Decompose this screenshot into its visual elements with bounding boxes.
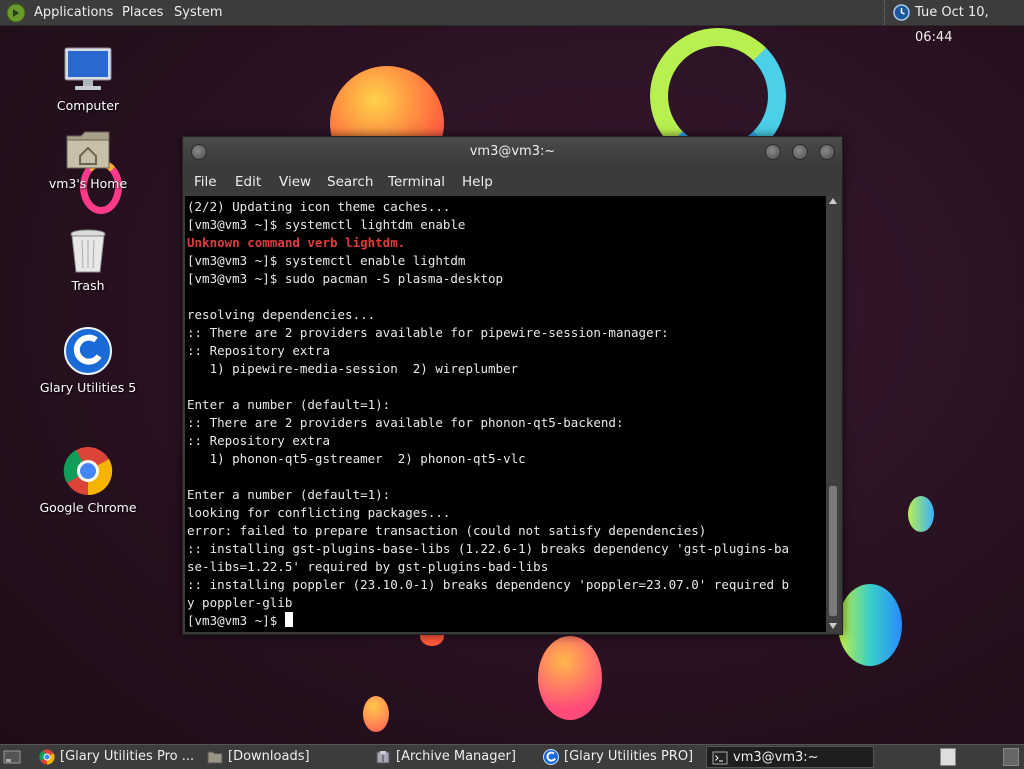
menu-view[interactable]: View [279,174,311,190]
terminal-prompt: [vm3@vm3 ~]$ [187,613,285,628]
trash-icon [70,229,106,273]
desktop-icon-computer[interactable]: Computer [28,46,148,113]
show-desktop-icon[interactable] [3,748,21,766]
terminal-icon [712,751,728,765]
menu-places[interactable]: Places [122,0,163,25]
taskbar-button-label: [Glary Utilities Pro ... [60,749,195,764]
home-folder-icon [66,131,110,169]
top-panel: Applications Places System Tue Oct 10, 0… [0,0,1024,45]
scroll-down-arrow-icon[interactable] [829,623,837,629]
desktop-icon-label: Trash [71,278,105,293]
taskbar-button[interactable]: [Archive Manager] [370,746,534,768]
terminal-line: :: Repository extra [187,343,330,358]
terminal-line: :: Repository extra [187,433,330,448]
terminal-line: :: installing poppler (23.10.0-1) breaks… [187,577,790,592]
terminal-error-line: Unknown command verb lightdm. [187,235,406,250]
glary-utilities-icon [64,327,112,375]
terminal-line: :: installing gst-plugins-base-libs (1.2… [187,541,790,556]
taskbar-button-label: [Glary Utilities PRO] [564,749,694,764]
wallpaper-pink-oval [538,636,602,720]
desktop-icon-label: Computer [56,98,120,113]
terminal-line: Enter a number (default=1): [187,397,391,412]
close-button[interactable] [819,144,835,160]
terminal-line: looking for conflicting packages... [187,505,451,520]
taskbar-button[interactable]: vm3@vm3:~ [706,746,874,768]
chrome-icon [39,749,55,765]
terminal-line: [vm3@vm3 ~]$ systemctl lightdm enable [187,217,466,232]
terminal-line: :: There are 2 providers available for p… [187,415,624,430]
terminal-scrollbar[interactable] [826,196,840,632]
menu-search[interactable]: Search [327,174,373,190]
menu-applications[interactable]: Applications [34,0,113,25]
menu-system[interactable]: System [174,0,222,25]
chrome-icon [63,447,113,496]
menu-help[interactable]: Help [462,174,493,190]
terminal-line: y poppler-glib [187,595,293,610]
terminal-line: se-libs=1.22.5' required by gst-plugins-… [187,559,549,574]
taskbar-button-label: [Downloads] [228,749,310,764]
taskbar-button-label: [Archive Manager] [396,749,516,764]
taskbar-button[interactable]: [Glary Utilities PRO] [538,746,702,768]
wallpaper-big-blue-pill [838,584,902,666]
archive-manager-icon [376,751,390,764]
menu-edit[interactable]: Edit [235,174,261,190]
mate-logo-icon[interactable] [6,3,26,23]
desktop-icon-label: Glary Utilities 5 [39,380,137,395]
maximize-button[interactable] [792,144,808,160]
workspace-switcher-2[interactable] [1003,748,1019,766]
terminal-window[interactable]: vm3@vm3:~ File Edit View Search Terminal… [182,136,843,635]
computer-icon [64,47,112,90]
minimize-button[interactable] [765,144,781,160]
terminal-line: resolving dependencies... [187,307,376,322]
wallpaper-small-oval [363,696,389,732]
taskbar-button[interactable]: [Glary Utilities Pro ... [34,746,198,768]
terminal-line: error: failed to prepare transaction (co… [187,523,707,538]
desktop-icon-home[interactable]: vm3's Home [28,128,148,191]
scrollbar-thumb[interactable] [829,486,837,616]
terminal-line: [vm3@vm3 ~]$ sudo pacman -S plasma-deskt… [187,271,504,286]
panel-clock[interactable]: Tue Oct 10, 06:44 [915,0,1024,45]
clock-icon [893,4,910,21]
desktop-icon-trash[interactable]: Trash [28,228,148,293]
terminal-line: (2/2) Updating icon theme caches... [187,199,451,214]
window-title: vm3@vm3:~ [469,144,556,159]
terminal-prompt-line[interactable]: [vm3@vm3 ~]$ [187,612,789,630]
taskbar-button-label: vm3@vm3:~ [733,750,819,765]
folder-icon [207,751,223,764]
terminal-cursor [284,612,293,627]
panel-separator [884,0,887,25]
terminal-line: :: There are 2 providers available for p… [187,325,669,340]
terminal-line: [vm3@vm3 ~]$ systemctl enable lightdm [187,253,466,268]
terminal-menubar: File Edit View Search Terminal Help [183,168,842,196]
scroll-up-arrow-icon[interactable] [829,198,837,204]
terminal-text: (2/2) Updating icon theme caches... [vm3@… [187,198,789,630]
desktop-icon-chrome[interactable]: Google Chrome [28,446,148,515]
workspace-switcher[interactable] [940,748,956,766]
terminal-output[interactable]: (2/2) Updating icon theme caches... [vm3@… [185,196,826,632]
bottom-taskbar: [Glary Utilities Pro ... [Downloads] [Arch… [0,744,1024,769]
terminal-line: Enter a number (default=1): [187,487,391,502]
taskbar-button[interactable]: [Downloads] [202,746,366,768]
desktop-icon-label: vm3's Home [48,176,128,191]
wallpaper-blue-pill [908,496,934,532]
desktop-icon-label: Google Chrome [39,500,137,515]
window-titlebar[interactable]: vm3@vm3:~ [183,137,842,168]
terminal-line: 1) phonon-qt5-gstreamer 2) phonon-qt5-vl… [187,451,526,466]
terminal-line: 1) pipewire-media-session 2) wireplumber [187,361,519,376]
menu-terminal[interactable]: Terminal [388,174,445,190]
menu-file[interactable]: File [194,174,217,190]
desktop-icon-glary[interactable]: Glary Utilities 5 [28,326,148,395]
glary-utilities-icon [543,749,559,765]
